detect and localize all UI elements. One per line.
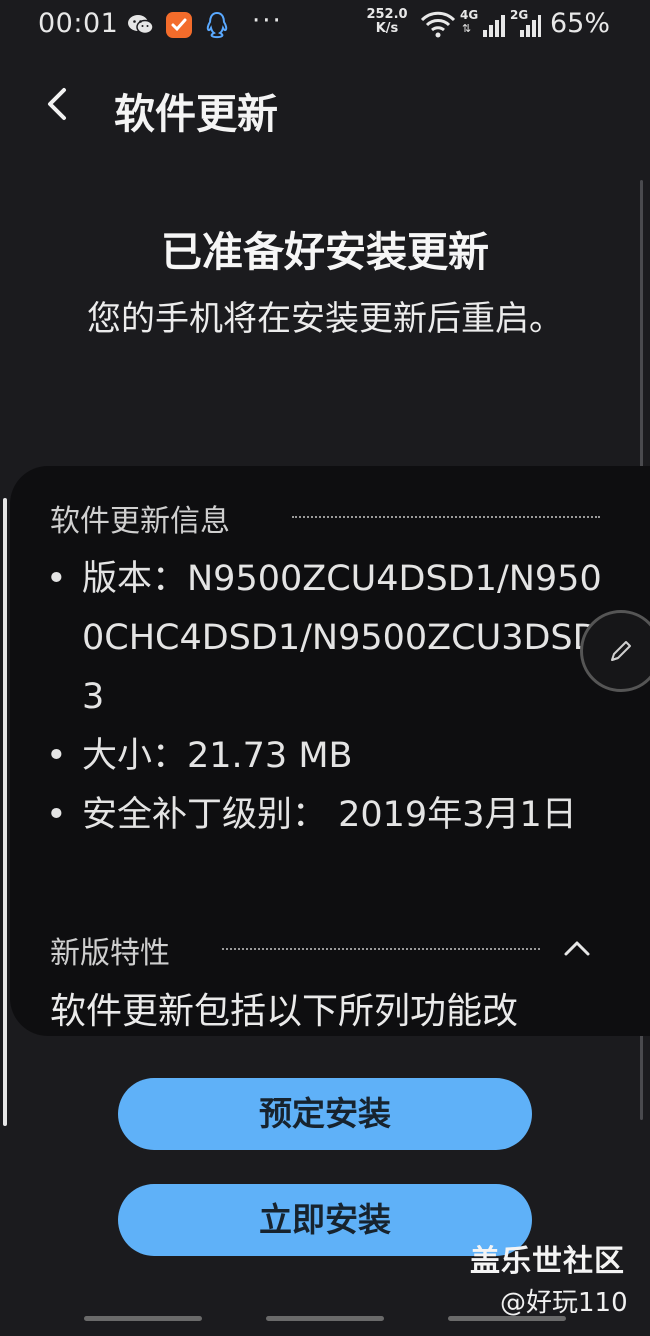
restart-notice: 您的手机将在安装更新后重启。 xyxy=(87,299,563,339)
page-title: 软件更新 xyxy=(114,90,278,138)
features-divider xyxy=(222,948,540,950)
schedule-install-button[interactable]: 预定安装 xyxy=(118,1078,532,1150)
card-scrollbar[interactable] xyxy=(3,498,7,1126)
features-text: 软件更新包括以下所列功能改 xyxy=(50,991,519,1032)
signal-4g-label: 4G xyxy=(460,8,479,22)
battery-level: 65% xyxy=(550,8,611,39)
signal-bars-2-icon xyxy=(516,12,542,38)
status-time: 00:01 xyxy=(38,8,119,39)
network-speed: 252.0 K/s xyxy=(366,7,408,36)
ready-title: 已准备好安装更新 xyxy=(161,228,489,276)
notification-app-icon xyxy=(164,10,194,40)
nav-hint-left[interactable] xyxy=(84,1316,202,1321)
more-notifications-icon: ··· xyxy=(252,6,283,36)
watermark-user: @好玩110 xyxy=(500,1288,628,1318)
wifi-icon xyxy=(420,10,456,40)
list-item-version: • 版本：N9500ZCU4DSD1/N9500CHC4DSD1/N9500ZC… xyxy=(46,559,602,717)
features-heading: 新版特性 xyxy=(50,936,170,971)
update-info-heading: 软件更新信息 xyxy=(50,504,230,539)
chevron-up-icon[interactable] xyxy=(562,936,592,960)
back-arrow-icon xyxy=(48,88,66,120)
qq-icon xyxy=(202,10,232,40)
back-button[interactable] xyxy=(36,82,80,126)
list-item-size: • 大小：21.73 MB xyxy=(46,736,353,776)
pencil-icon xyxy=(611,641,631,661)
nav-hint-right[interactable] xyxy=(448,1316,566,1321)
data-arrows-icon: ⇅ xyxy=(462,22,472,35)
update-info-card[interactable]: 软件更新信息 • 版本：N9500ZCU4DSD1/N9500CHC4DSD1/… xyxy=(10,466,650,1036)
wechat-icon xyxy=(126,10,156,40)
list-item-security-patch: • 安全补丁级别： 2019年3月1日 xyxy=(46,795,577,835)
watermark-site: 盖乐世社区 xyxy=(470,1244,625,1279)
status-bar: 00:01 ··· 252.0 K/s 4G ⇅ 2G 65% xyxy=(0,0,650,52)
nav-hint-center[interactable] xyxy=(266,1316,384,1321)
heading-divider xyxy=(292,516,600,518)
signal-bars-icon xyxy=(482,12,508,38)
